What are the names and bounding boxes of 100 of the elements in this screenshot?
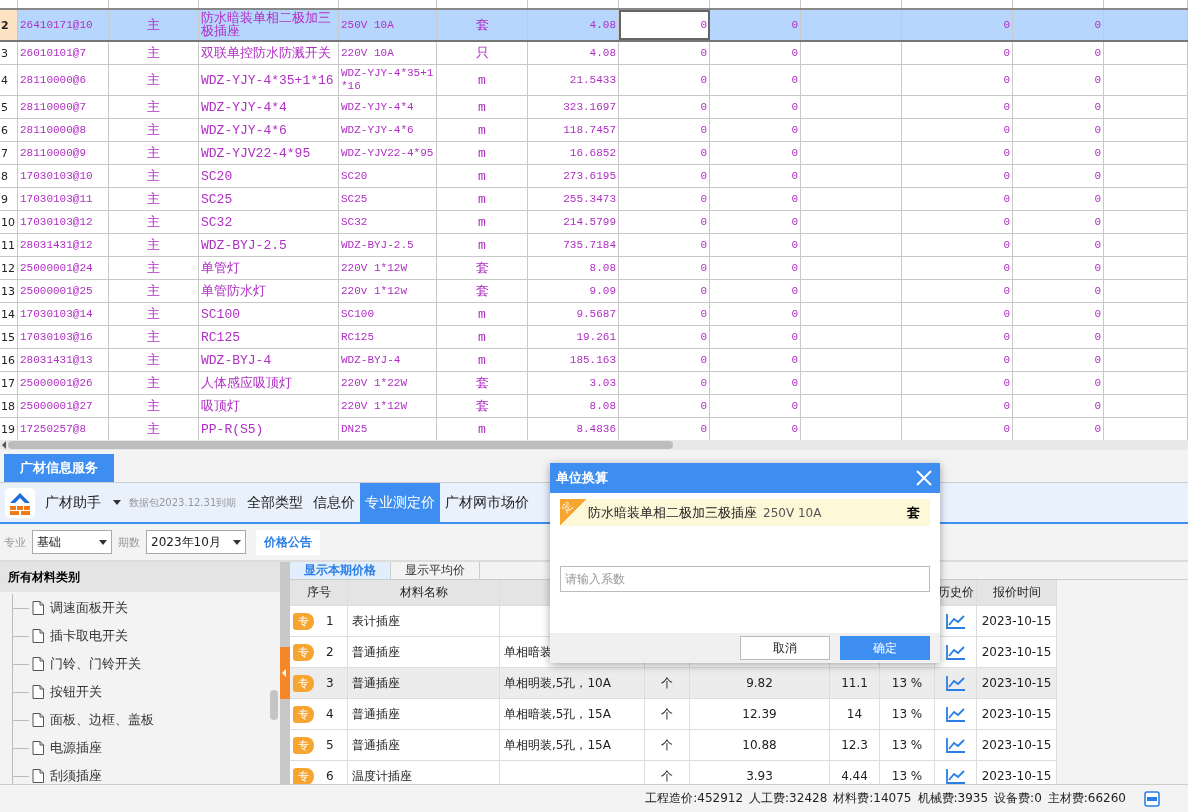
row-number[interactable]: 6 bbox=[0, 119, 18, 141]
table-cell: 0 bbox=[902, 257, 1013, 279]
table-cell: 13 % bbox=[891, 676, 923, 690]
collapse-handle[interactable] bbox=[280, 562, 290, 784]
row-number[interactable]: 18 bbox=[0, 395, 18, 417]
line-chart-icon[interactable] bbox=[945, 675, 966, 691]
table-cell: WDZ-YJY-4*6 bbox=[339, 119, 437, 141]
table-cell: 28110000@9 bbox=[18, 142, 109, 164]
cancel-button[interactable]: 取消 bbox=[740, 636, 830, 660]
row-number[interactable]: 10 bbox=[0, 211, 18, 233]
table-cell: 0 bbox=[902, 211, 1013, 233]
line-chart-icon[interactable] bbox=[945, 737, 966, 753]
table-cell: 单相明装,5孔，15A bbox=[504, 736, 611, 754]
table-cell: 2023-10-15 bbox=[977, 606, 1057, 636]
table-cell: 0 bbox=[902, 142, 1013, 164]
row-number[interactable]: 7 bbox=[0, 142, 18, 164]
panel-icon[interactable] bbox=[1144, 790, 1160, 807]
price-type-tab[interactable]: 信息价 bbox=[308, 483, 361, 522]
table-cell: 118.7457 bbox=[528, 119, 619, 141]
table-cell: 185.163 bbox=[528, 349, 619, 371]
table-cell: 主 bbox=[109, 42, 199, 64]
table-cell: 0 bbox=[1013, 280, 1104, 302]
table-cell: 220v 1*12w bbox=[339, 280, 437, 302]
table-cell: 0 bbox=[1013, 10, 1104, 40]
row-number[interactable]: 14 bbox=[0, 303, 18, 325]
table-cell: 3.93 bbox=[746, 769, 773, 783]
table-cell: 个 bbox=[661, 736, 673, 754]
row-number[interactable]: 16 bbox=[0, 349, 18, 371]
row-number[interactable]: 8 bbox=[0, 165, 18, 187]
table-cell: 主 bbox=[109, 96, 199, 118]
table-cell: 12.39 bbox=[742, 707, 777, 721]
close-icon[interactable] bbox=[916, 470, 932, 486]
row-number[interactable]: 12 bbox=[0, 257, 18, 279]
category-badge: 专 bbox=[293, 643, 314, 661]
category-item[interactable]: 插卡取电开关 bbox=[50, 627, 128, 645]
table-cell: m bbox=[437, 349, 528, 371]
table-cell: 8.08 bbox=[528, 395, 619, 417]
row-number[interactable]: 9 bbox=[0, 188, 18, 210]
table-cell: 0 bbox=[710, 349, 801, 371]
table-cell: 25000001@25 bbox=[18, 280, 109, 302]
row-number[interactable]: 3 bbox=[0, 42, 18, 64]
category-item[interactable]: 电源插座 bbox=[50, 739, 102, 757]
table-cell: 套 bbox=[437, 395, 528, 417]
line-chart-icon[interactable] bbox=[945, 613, 966, 629]
row-number[interactable]: 5 bbox=[0, 96, 18, 118]
table-cell: WDZ-BYJ-4 bbox=[339, 349, 437, 371]
view-tab[interactable]: 显示本期价格 bbox=[290, 562, 391, 579]
table-cell: 主 bbox=[109, 349, 199, 371]
price-type-tab[interactable]: 广材网市场价 bbox=[440, 483, 535, 522]
filter-dropdown[interactable]: 2023年10月 bbox=[146, 530, 246, 554]
table-cell: m bbox=[437, 234, 528, 256]
row-number[interactable]: 2 bbox=[0, 10, 18, 40]
table-cell: 4.44 bbox=[841, 769, 868, 783]
table-cell: 0 bbox=[902, 188, 1013, 210]
table-cell: 9.09 bbox=[528, 280, 619, 302]
category-item[interactable]: 调速面板开关 bbox=[50, 599, 128, 617]
row-number[interactable]: 11 bbox=[0, 234, 18, 256]
line-chart-icon[interactable] bbox=[945, 706, 966, 722]
price-announcement-button[interactable]: 价格公告 bbox=[256, 529, 320, 555]
coefficient-input[interactable]: 请输入系数 bbox=[560, 566, 930, 592]
table-cell: 普通插座 bbox=[348, 668, 500, 698]
table-cell: RC125 bbox=[199, 326, 339, 348]
category-item[interactable]: 刮须插座 bbox=[50, 767, 102, 784]
price-type-tab[interactable]: 全部类型 bbox=[242, 483, 309, 522]
table-cell: 19.261 bbox=[528, 326, 619, 348]
category-item[interactable]: 门铃、门铃开关 bbox=[50, 655, 141, 673]
table-cell: 9.5687 bbox=[528, 303, 619, 325]
table-cell: 220V 1*12W bbox=[339, 257, 437, 279]
cost-summary: 主材费:66260 bbox=[1047, 790, 1126, 807]
table-cell: WDZ-BYJ-2.5 bbox=[199, 234, 339, 256]
table-cell: 0 bbox=[710, 372, 801, 394]
table-cell: 主 bbox=[109, 142, 199, 164]
table-cell: 28110000@7 bbox=[18, 96, 109, 118]
category-item[interactable]: 按钮开关 bbox=[50, 683, 102, 701]
table-cell: m bbox=[437, 119, 528, 141]
row-number[interactable]: 4 bbox=[0, 65, 18, 95]
table-cell: 214.5799 bbox=[528, 211, 619, 233]
row-number[interactable]: 15 bbox=[0, 326, 18, 348]
table-cell: m bbox=[437, 165, 528, 187]
category-item[interactable]: 面板、边框、盖板 bbox=[50, 711, 154, 729]
table-cell: m bbox=[437, 65, 528, 95]
table-cell: 0 bbox=[902, 349, 1013, 371]
row-number[interactable]: 13 bbox=[0, 280, 18, 302]
row-number[interactable]: 17 bbox=[0, 372, 18, 394]
table-cell: 16.6852 bbox=[528, 142, 619, 164]
table-cell: 0 bbox=[902, 326, 1013, 348]
table-cell: 0 bbox=[902, 65, 1013, 95]
line-chart-icon[interactable] bbox=[945, 644, 966, 660]
table-cell: 220V 1*12W bbox=[339, 395, 437, 417]
table-cell: 2 bbox=[326, 645, 334, 659]
cost-summary: 材料费:14075 bbox=[833, 790, 912, 807]
line-chart-icon[interactable] bbox=[945, 768, 966, 784]
filter-dropdown[interactable]: 基础 bbox=[32, 530, 112, 554]
table-cell: 9.82 bbox=[746, 676, 773, 690]
horizontal-scrollbar[interactable] bbox=[0, 440, 1188, 450]
vertical-scrollbar[interactable] bbox=[270, 690, 278, 720]
table-cell: 0 bbox=[710, 395, 801, 417]
assistant-dropdown[interactable]: 广材助手 bbox=[45, 493, 121, 512]
table-cell: 0 bbox=[619, 42, 710, 64]
table-cell: 17030103@12 bbox=[18, 211, 109, 233]
